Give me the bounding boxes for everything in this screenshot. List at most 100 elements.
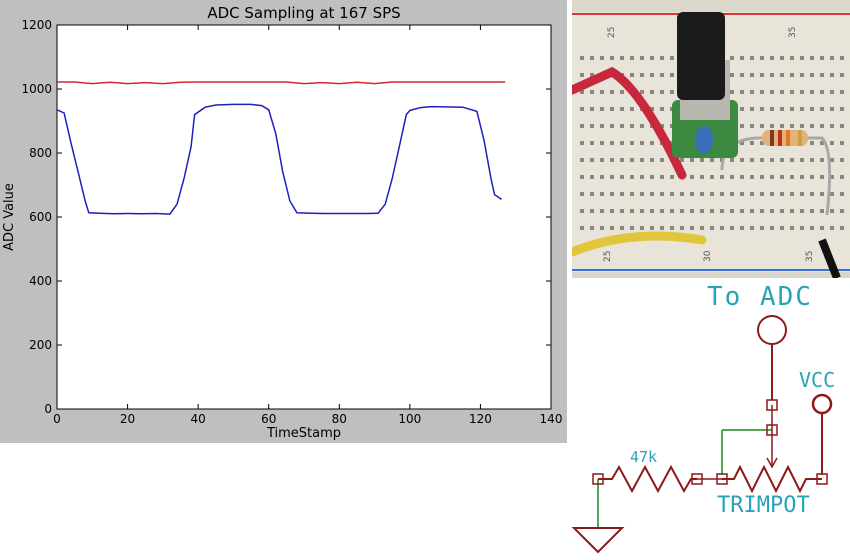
breadboard-hole — [650, 158, 654, 162]
resistor-label: 47k — [630, 448, 657, 466]
breadboard-hole — [810, 141, 814, 145]
breadboard-hole — [780, 192, 784, 196]
breadboard-hole — [750, 226, 754, 230]
breadboard-hole — [610, 90, 614, 94]
breadboard-hole — [610, 158, 614, 162]
breadboard-hole — [790, 56, 794, 60]
breadboard-hole — [700, 209, 704, 213]
breadboard-hole — [820, 226, 824, 230]
breadboard-hole — [630, 73, 634, 77]
breadboard-hole — [680, 192, 684, 196]
breadboard-hole — [620, 158, 624, 162]
x-tick-label: 60 — [261, 412, 276, 426]
breadboard-hole — [760, 107, 764, 111]
breadboard-hole — [690, 158, 694, 162]
ground-symbol — [571, 527, 625, 554]
breadboard-hole — [730, 73, 734, 77]
ruler-label-25: 25 — [607, 27, 617, 38]
breadboard-hole — [820, 175, 824, 179]
breadboard-hole — [760, 226, 764, 230]
breadboard-hole — [830, 56, 834, 60]
ruler-label-25-bottom: 25 — [603, 251, 613, 262]
adc-pin-symbol — [757, 315, 787, 345]
breadboard-hole — [640, 175, 644, 179]
breadboard-hole — [690, 192, 694, 196]
breadboard-hole — [700, 175, 704, 179]
breadboard-hole — [620, 141, 624, 145]
breadboard-hole — [750, 175, 754, 179]
breadboard-hole — [800, 107, 804, 111]
breadboard-hole — [820, 209, 824, 213]
breadboard-hole — [630, 56, 634, 60]
breadboard-hole — [780, 73, 784, 77]
breadboard-hole — [770, 107, 774, 111]
breadboard-hole — [620, 209, 624, 213]
breadboard-hole — [720, 175, 724, 179]
breadboard-hole — [830, 209, 834, 213]
breadboard-hole — [710, 226, 714, 230]
ruler-label-30-bottom: 30 — [703, 250, 713, 262]
breadboard-hole — [780, 90, 784, 94]
breadboard-hole — [580, 141, 584, 145]
y-tick-label: 0 — [44, 402, 52, 416]
breadboard-hole — [770, 192, 774, 196]
breadboard-hole — [600, 158, 604, 162]
x-tick-label: 140 — [540, 412, 563, 426]
breadboard-hole — [800, 158, 804, 162]
breadboard-hole — [830, 226, 834, 230]
breadboard-hole — [740, 175, 744, 179]
vcc-label: VCC — [799, 368, 835, 392]
breadboard-photo: 25 35 25 30 35 — [572, 0, 850, 278]
breadboard-hole — [670, 73, 674, 77]
breadboard-hole — [770, 90, 774, 94]
breadboard-hole — [610, 175, 614, 179]
breadboard-hole — [840, 107, 844, 111]
breadboard-hole — [820, 90, 824, 94]
breadboard-hole — [690, 175, 694, 179]
breadboard-hole — [700, 192, 704, 196]
breadboard-hole — [580, 124, 584, 128]
breadboard-hole — [760, 158, 764, 162]
breadboard-hole — [750, 124, 754, 128]
breadboard-hole — [830, 73, 834, 77]
breadboard-hole — [620, 226, 624, 230]
breadboard-hole — [590, 124, 594, 128]
breadboard-hole — [650, 73, 654, 77]
breadboard-hole — [750, 209, 754, 213]
breadboard-hole — [580, 56, 584, 60]
breadboard-hole — [800, 209, 804, 213]
breadboard-hole — [760, 56, 764, 60]
breadboard-hole — [830, 192, 834, 196]
breadboard-hole — [800, 56, 804, 60]
breadboard-hole — [830, 158, 834, 162]
breadboard-hole — [580, 192, 584, 196]
adc-line-chart: ADC Sampling at 167 SPS 0 20 40 60 80 100 120 1… — [2, 4, 563, 441]
breadboard-hole — [790, 73, 794, 77]
breadboard-hole — [590, 107, 594, 111]
breadboard-hole — [740, 192, 744, 196]
breadboard-hole — [790, 158, 794, 162]
y-tick-label: 200 — [29, 338, 52, 352]
x-tick-label: 20 — [120, 412, 135, 426]
breadboard-hole — [620, 107, 624, 111]
breadboard-hole — [760, 124, 764, 128]
breadboard-hole — [800, 90, 804, 94]
breadboard-hole — [840, 209, 844, 213]
breadboard-hole — [650, 192, 654, 196]
breadboard-hole — [640, 56, 644, 60]
breadboard-hole — [770, 124, 774, 128]
breadboard-hole — [650, 56, 654, 60]
breadboard-hole — [840, 56, 844, 60]
breadboard-hole — [700, 158, 704, 162]
breadboard-hole — [750, 158, 754, 162]
breadboard-hole — [760, 90, 764, 94]
breadboard-hole — [810, 90, 814, 94]
breadboard-hole — [820, 192, 824, 196]
y-tick-label: 1200 — [21, 18, 52, 32]
breadboard-hole — [670, 192, 674, 196]
breadboard-hole — [610, 56, 614, 60]
breadboard-hole — [660, 56, 664, 60]
breadboard-hole — [610, 124, 614, 128]
breadboard-hole — [810, 56, 814, 60]
breadboard-hole — [810, 107, 814, 111]
